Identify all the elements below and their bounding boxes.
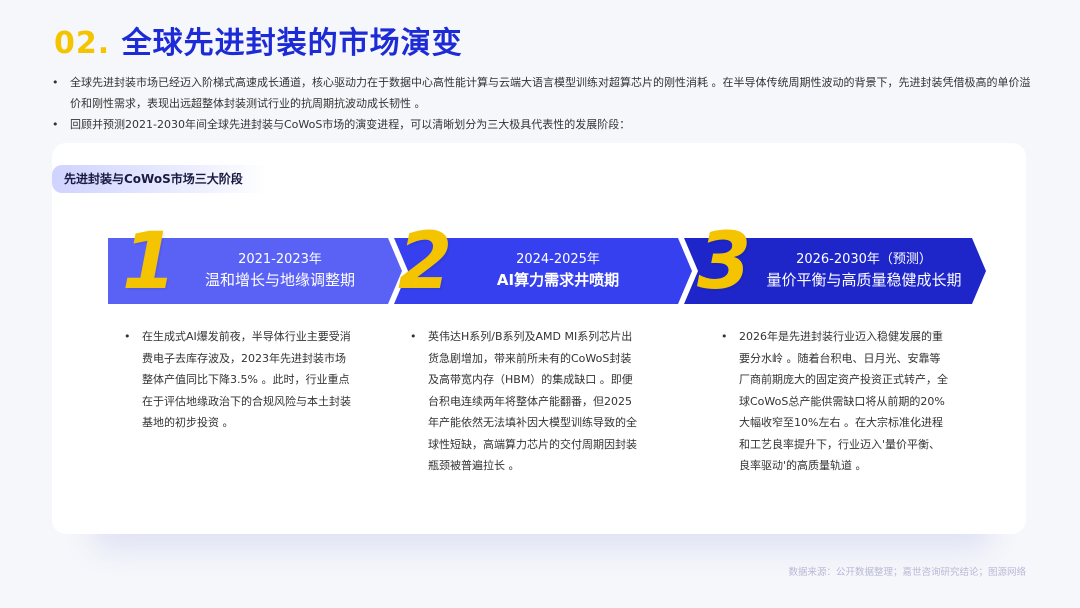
- desc-line: • 2026年是先进封装行业迈入稳健发展的重: [721, 330, 943, 343]
- desc-line: 大幅收窄至10%左右 。在大宗标准化进程: [739, 416, 943, 429]
- desc-line: 球CoWoS总产能供需缺口将从前期的20%: [739, 394, 945, 408]
- desc-line: • 英伟达H系列/B系列及AMD MI系列芯片出: [410, 330, 633, 343]
- stage-2-years: 2024-2025年: [516, 252, 600, 267]
- desc-line: 厂商前期庞大的固定资产投资正式转产，全: [739, 373, 948, 386]
- desc-line: 整体产值同比下降3.5% 。此时，行业重点: [142, 373, 350, 386]
- stage-3-name: 量价平衡与高质量稳健成长期: [766, 271, 962, 289]
- stage-3-description: • 2026年是先进封装行业迈入稳健发展的重 要分水岭 。随着台积电、日月光、安靠…: [721, 326, 948, 477]
- desc-line: 基地的初步投资 。: [142, 416, 234, 429]
- desc-line: 在于评估地缘政治下的合规风险与本土封装: [142, 394, 351, 408]
- intro-bullet: 全球先进封装市场已经迈入阶梯式高速成长通道，核心驱动力在于数据中心高性能计算与云…: [52, 72, 1032, 114]
- stage-3-label: 2026-2030年（预测） 量价平衡与高质量稳健成长期: [750, 251, 978, 291]
- stage-1-number: 1: [122, 217, 177, 307]
- stage-3-number: 3: [697, 217, 752, 307]
- desc-line: 瓶颈被普遍拉长 。: [428, 459, 520, 472]
- stage-3-years: 2026-2030年（预测）: [796, 252, 932, 267]
- stage-1-label: 2021-2023年 温和增长与地缘调整期: [170, 251, 390, 291]
- card-tag: 先进封装与CoWoS市场三大阶段: [52, 165, 267, 193]
- section-number: 02.: [54, 26, 111, 61]
- section-title: 全球先进封装的市场演变: [121, 26, 463, 61]
- stage-2-label: 2024-2025年 AI算力需求井喷期: [448, 251, 668, 291]
- page-title: 02. 全球先进封装的市场演变: [54, 18, 463, 62]
- desc-line: 要分水岭 。随着台积电、日月光、安靠等: [739, 351, 941, 365]
- desc-line: 费电子去库存波及，2023年先进封装市场: [142, 351, 346, 365]
- stage-1-name: 温和增长与地缘调整期: [204, 271, 355, 289]
- desc-line: • 在生成式AI爆发前夜，半导体行业主要受消: [124, 330, 351, 343]
- desc-line: 良率驱动'的高质量轨道 。: [739, 459, 867, 472]
- desc-line: 台积电连续两年将整体产能翻番，但2025: [428, 394, 632, 408]
- stage-1-description: • 在生成式AI爆发前夜，半导体行业主要受消 费电子去库存波及，2023年先进封装…: [124, 326, 351, 434]
- desc-line: 球性短缺，高端算力芯片的交付周期因封装: [428, 437, 637, 451]
- desc-line: 年产能依然无法填补因大模型训练导致的全: [428, 416, 637, 429]
- stage-2-name: AI算力需求井喷期: [496, 271, 620, 289]
- desc-line: 货急剧增加，带来前所未有的CoWoS封装: [428, 351, 632, 365]
- stage-2-description: • 英伟达H系列/B系列及AMD MI系列芯片出 货急剧增加，带来前所未有的CoW…: [410, 326, 637, 477]
- data-source: 数据来源：公开数据整理；嘉世咨询研究结论；图源网络: [788, 567, 1026, 578]
- desc-line: 及高带宽内存（HBM）的集成缺口 。即便: [428, 373, 633, 386]
- intro-bullet: 回顾并预测2021-2030年间全球先进封装与CoWoS市场的演变进程，可以清晰…: [52, 114, 1032, 135]
- intro-bullets: 全球先进封装市场已经迈入阶梯式高速成长通道，核心驱动力在于数据中心高性能计算与云…: [52, 72, 1032, 135]
- stages-card: 先进封装与CoWoS市场三大阶段 1 2 3 2021-2023年 温和增长与地…: [52, 143, 1026, 534]
- desc-line: 和工艺良率提升下，行业迈入'量价平衡、: [739, 437, 941, 451]
- stage-1-years: 2021-2023年: [238, 252, 322, 267]
- stage-2-number: 2: [398, 217, 453, 307]
